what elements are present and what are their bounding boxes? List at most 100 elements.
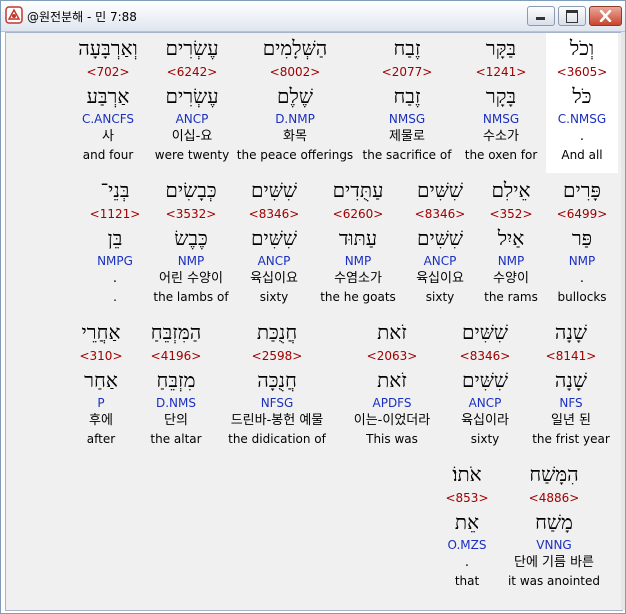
- parsing-code: P: [97, 396, 105, 410]
- lemma-word: שָׁנָה: [554, 368, 588, 392]
- word-column[interactable]: שָׁנָה <8141> שָׁנָה NFS 일년 된 the frist …: [524, 317, 618, 447]
- word-column[interactable]: בַּקָּר <1241> בָּקָר NMSG 수소가 the oxen …: [458, 33, 544, 163]
- english-gloss: bullocks: [557, 290, 607, 304]
- korean-gloss: .: [464, 555, 470, 570]
- parsing-code: VNNG: [536, 538, 572, 552]
- parsing-code: NMSG: [388, 112, 426, 126]
- strong-number[interactable]: <4886>: [502, 489, 606, 507]
- lemma-word: פַּר: [571, 226, 593, 250]
- strong-number[interactable]: <3605>: [546, 63, 618, 81]
- word-column[interactable]: אַחֲרֵי <310> אַחַר P 후에 after: [68, 317, 134, 447]
- lemma-word: כֹּל: [572, 84, 592, 108]
- strong-number[interactable]: <1121>: [84, 205, 146, 223]
- lemma-word: מִזְבֵּחַ: [156, 368, 196, 392]
- korean-gloss: 단의: [164, 413, 188, 428]
- strong-number[interactable]: <8346>: [448, 347, 522, 365]
- word-column[interactable]: שִׁשִּׁים <8346> שִׁשִּׁים ANCP 육십이요 six…: [236, 175, 312, 305]
- strong-number[interactable]: <702>: [66, 63, 150, 81]
- english-gloss: were twenty: [154, 148, 230, 162]
- word-column[interactable]: אֵילִם <352> אַיִל NMP 수양이 the rams: [478, 175, 544, 305]
- english-gloss: .: [113, 290, 117, 304]
- hebrew-word: בְּנֵי־: [100, 178, 130, 202]
- strong-number[interactable]: <2077>: [358, 63, 456, 81]
- word-column[interactable]: כְּבָשִׂים <3532> כֶּבֶשׂ NMP 어린 수양이 the…: [148, 175, 234, 305]
- hebrew-word: פָּרִים: [562, 178, 602, 202]
- strong-number[interactable]: <3532>: [148, 205, 234, 223]
- english-gloss: the altar: [150, 432, 202, 446]
- strong-number[interactable]: <6242>: [152, 63, 232, 81]
- english-gloss: that: [454, 574, 480, 588]
- close-button[interactable]: [589, 6, 622, 26]
- word-column[interactable]: שִׁשִּׁים <8346> שִׁשִּׁים ANCP 육십이요 six…: [404, 175, 476, 305]
- verse-analysis-panel[interactable]: וְכֹל <3605> כֹּל C.NMSG . And all בַּקָ…: [5, 32, 623, 611]
- parsing-code: ANCP: [468, 396, 502, 410]
- strong-number[interactable]: <1241>: [458, 63, 544, 81]
- word-column[interactable]: וְאַרְבָּעָה <702> אַרְבַּע C.ANCFS 사 an…: [66, 33, 150, 163]
- parsing-code: D.NMS: [155, 396, 196, 410]
- lemma-word: שִׁשִּׁים: [461, 368, 509, 392]
- lemma-word: עֶשְׂרִים: [165, 84, 219, 108]
- korean-gloss: 드린바-봉헌 예물: [230, 413, 324, 428]
- strong-number[interactable]: <6499>: [546, 205, 618, 223]
- hebrew-word: בַּקָּר: [485, 36, 517, 60]
- english-gloss: the frist year: [532, 432, 610, 446]
- word-column[interactable]: אֹתוֹ׃ <853> אֵת O.MZS . that: [434, 459, 500, 589]
- korean-gloss: 수염소가: [334, 271, 382, 286]
- english-gloss: the oxen for: [464, 148, 538, 162]
- lemma-word: שִׁשִּׁים: [250, 226, 298, 250]
- hebrew-word: זֶבַח: [393, 36, 421, 60]
- word-column[interactable]: הַמִּזְבֵּחַ <4196> מִזְבֵּחַ D.NMS 단의 t…: [136, 317, 216, 447]
- lemma-word: בָּקָר: [485, 84, 517, 108]
- korean-gloss: 일년 된: [550, 413, 591, 428]
- hebrew-word: וְכֹל: [569, 36, 595, 60]
- word-column[interactable]: זֶבַח <2077> זֶבַח NMSG 제물로 the sacrific…: [358, 33, 456, 163]
- word-column[interactable]: בְּנֵי־ <1121> בֵּן NMPG . .: [84, 175, 146, 305]
- maximize-icon: [566, 10, 578, 23]
- strong-number[interactable]: <2598>: [218, 347, 336, 365]
- word-column[interactable]: הַשְּׁלָמִים <8002> שֶׁלֶם D.NMP 화목 the …: [234, 33, 356, 163]
- hebrew-word: עַתֻּדִים: [332, 178, 384, 202]
- lemma-word: זֶבַח: [393, 84, 421, 108]
- strong-number[interactable]: <2063>: [338, 347, 446, 365]
- english-gloss: after: [86, 432, 116, 446]
- maximize-button[interactable]: [558, 6, 586, 26]
- parsing-code: NMSG: [482, 112, 520, 126]
- strong-number[interactable]: <6260>: [314, 205, 402, 223]
- title-bar[interactable]: @원전분해 - 민 7:88: [1, 1, 625, 32]
- lemma-word: אַחַר: [84, 368, 118, 392]
- english-gloss: sixty: [425, 290, 455, 304]
- word-column[interactable]: חֲנֻכַּת <2598> חֲנֻכָּה NFSG 드린바-봉헌 예물 …: [218, 317, 336, 447]
- parsing-code: NFSG: [260, 396, 294, 410]
- parsing-code: NFS: [559, 396, 583, 410]
- strong-number[interactable]: <8141>: [524, 347, 618, 365]
- strong-number[interactable]: <4196>: [136, 347, 216, 365]
- word-column[interactable]: עֶשְׂרִים <6242> עֶשְׂרִים ANCP 이십-요 wer…: [152, 33, 232, 163]
- hebrew-word: שִׁשִּׁים: [250, 178, 298, 202]
- english-gloss: it was anointed: [507, 574, 601, 588]
- lemma-word: זֹאת: [377, 368, 407, 392]
- strong-number[interactable]: <853>: [434, 489, 500, 507]
- word-column[interactable]: שִׁשִּׁים <8346> שִׁשִּׁים ANCP 육십이라 six…: [448, 317, 522, 447]
- parsing-code: APDFS: [372, 396, 412, 410]
- parsing-code: ANCP: [175, 112, 209, 126]
- word-column[interactable]: עַתֻּדִים <6260> עַתּוּד NMP 수염소가 the he…: [314, 175, 402, 305]
- strong-number[interactable]: <8346>: [236, 205, 312, 223]
- lemma-word: חֲנֻכָּה: [257, 368, 297, 392]
- minimize-button[interactable]: [527, 6, 555, 26]
- parsing-code: NMP: [344, 254, 372, 268]
- hebrew-word: הַשְּׁלָמִים: [262, 36, 328, 60]
- korean-gloss: 단에 기름 바른: [513, 555, 595, 570]
- word-column[interactable]: וְכֹל <3605> כֹּל C.NMSG . And all: [546, 33, 618, 173]
- english-gloss: the rams: [484, 290, 538, 304]
- scrollbar[interactable]: [621, 32, 625, 610]
- word-column[interactable]: הִמָּשַׁח <4886> מָשַׁח VNNG 단에 기름 바른 it…: [502, 459, 606, 589]
- word-column[interactable]: זֹאת <2063> זֹאת APDFS 이는-이었더라 This was: [338, 317, 446, 447]
- hebrew-word: שִׁשִּׁים: [416, 178, 464, 202]
- strong-number[interactable]: <8002>: [234, 63, 356, 81]
- parsing-code: NMPG: [97, 254, 133, 268]
- strong-number[interactable]: <310>: [68, 347, 134, 365]
- strong-number[interactable]: <8346>: [404, 205, 476, 223]
- word-column[interactable]: פָּרִים <6499> פַּר NMP . bullocks: [546, 175, 618, 305]
- korean-gloss: .: [579, 271, 585, 286]
- strong-number[interactable]: <352>: [478, 205, 544, 223]
